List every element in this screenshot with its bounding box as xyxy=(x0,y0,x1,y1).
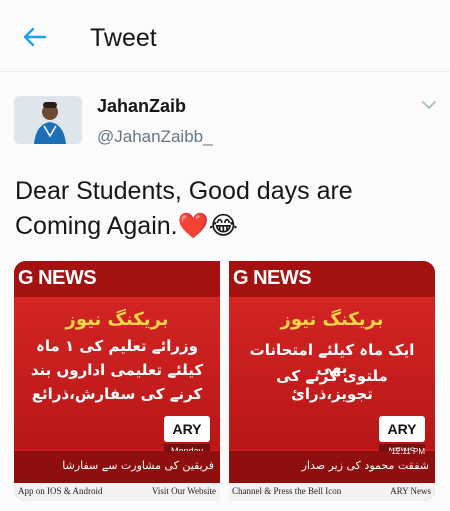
media-image-2[interactable]: G NEWS بریکنگ نیوز ایک ماہ کیلئے امتحانا… xyxy=(229,261,435,501)
bottom-right-text: Visit Our Website xyxy=(151,486,216,496)
urdu-line: کرنے کی سفارش،ذرائع xyxy=(31,385,203,403)
ticker-text: فریقین کی مشاورت سے سفارشا xyxy=(62,459,214,472)
ary-logo: ARY xyxy=(379,416,425,442)
heart-emoji-icon: ❤️ xyxy=(177,212,209,240)
news-ticker: شفقت محمود کی زیر صدار 12:11 PM xyxy=(229,447,435,483)
page-title: Tweet xyxy=(90,24,157,52)
tweet-text-line2-text: Coming Again. xyxy=(15,212,178,240)
news-label: G NEWS xyxy=(233,267,312,289)
urdu-line: کیلئے تعلیمی اداروں بند xyxy=(30,361,204,379)
bottom-strip: App on IOS & Android Visit Our Website xyxy=(14,483,220,501)
author-name[interactable]: JahanZaib xyxy=(97,96,186,117)
more-options-button[interactable] xyxy=(418,97,440,113)
time-label: 12:11 PM xyxy=(391,447,425,456)
back-button[interactable] xyxy=(18,22,52,52)
news-bar: G NEWS xyxy=(229,261,435,297)
author-handle[interactable]: @JahanZaibb_ xyxy=(97,127,213,147)
avatar[interactable] xyxy=(14,96,82,144)
urdu-line: وزرائے تعلیم کی ۱ ماہ xyxy=(36,337,198,355)
bottom-right-text: ARY News xyxy=(390,486,431,496)
bottom-left-text: App on IOS & Android xyxy=(18,486,103,496)
tweet-text: Dear Students, Good days are Coming Agai… xyxy=(15,174,435,244)
news-bar: G NEWS xyxy=(14,261,220,297)
tweet-text-line2: Coming Again.❤️😂 xyxy=(15,209,435,244)
laughing-emoji-icon: 😂 xyxy=(208,212,238,240)
bottom-left-text: Channel & Press the Bell Icon xyxy=(232,486,342,496)
ticker-text: شفقت محمود کی زیر صدار xyxy=(301,459,429,472)
chevron-down-icon xyxy=(422,100,436,109)
bottom-strip: Channel & Press the Bell Icon ARY News xyxy=(229,483,435,501)
news-label: G NEWS xyxy=(18,267,97,289)
tweet-text-line1: Dear Students, Good days are xyxy=(15,177,353,205)
urdu-line: ملتوی کرنے کی تجویز،ذرائ xyxy=(276,367,388,403)
breaking-news-label: بریکنگ نیوز xyxy=(280,309,384,330)
media-image-1[interactable]: G NEWS بریکنگ نیوز وزرائے تعلیم کی ۱ ماہ… xyxy=(14,261,220,501)
news-ticker: فریقین کی مشاورت سے سفارشا xyxy=(14,451,220,483)
ary-logo: ARY xyxy=(164,416,210,442)
top-bar: Tweet xyxy=(0,0,450,72)
arrow-left-icon xyxy=(23,27,47,47)
breaking-news-label: بریکنگ نیوز xyxy=(65,309,169,330)
